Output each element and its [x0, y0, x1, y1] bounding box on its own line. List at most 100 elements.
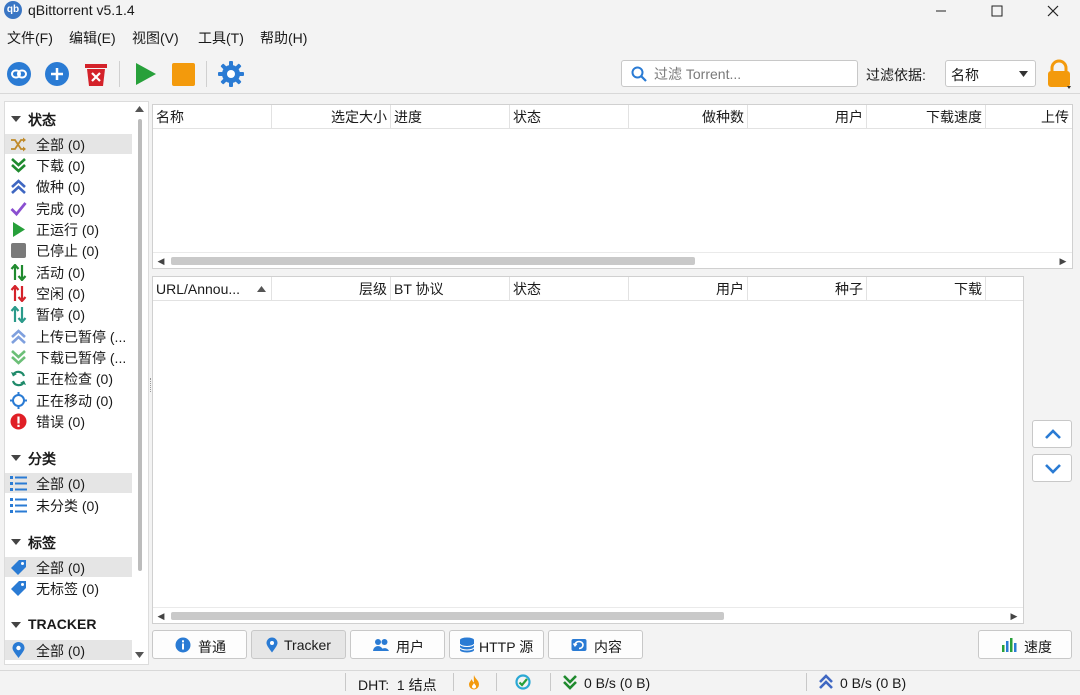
tracker-section-header[interactable]: TRACKER: [5, 615, 135, 635]
play-icon: [13, 222, 25, 237]
status-item-label: 上传已暂停 (...: [36, 329, 127, 345]
menu-help[interactable]: 帮助(H): [260, 29, 307, 47]
scroll-right-arrow-icon[interactable]: ▶: [1055, 253, 1071, 269]
start-button[interactable]: [131, 60, 159, 88]
move-tracker-up-button[interactable]: [1032, 420, 1072, 448]
column-header-upload-speed[interactable]: 上传: [986, 105, 1072, 129]
status-item-stopped[interactable]: 已停止 (0): [5, 240, 132, 260]
menu-tools[interactable]: 工具(T): [198, 29, 244, 47]
column-header-peers[interactable]: 用户: [748, 105, 867, 129]
add-torrent-file-button[interactable]: [43, 60, 71, 88]
column-header-progress[interactable]: 进度: [391, 105, 510, 129]
tracker-section-title: TRACKER: [28, 616, 97, 632]
tracker-list-hscrollbar[interactable]: ◀ ▶: [153, 607, 1023, 623]
status-item-download-paused[interactable]: 下载已暂停 (...: [5, 347, 132, 367]
speed-button[interactable]: 速度: [978, 630, 1072, 659]
speed-button-label: 速度: [1024, 639, 1052, 655]
column-header-bt-protocol[interactable]: BT 协议: [391, 277, 510, 301]
category-item-all[interactable]: 全部 (0): [5, 473, 132, 493]
menu-view[interactable]: 视图(V): [132, 29, 179, 47]
status-item-active[interactable]: 活动 (0): [5, 262, 132, 282]
torrent-list-header: 名称 选定大小 进度 状态 做种数 用户 下载速度 上传: [153, 105, 1072, 129]
scroll-left-arrow-icon[interactable]: ◀: [153, 608, 169, 624]
status-item-label: 活动 (0): [36, 265, 85, 281]
column-header-status[interactable]: 状态: [510, 105, 629, 129]
scroll-up-arrow-icon: [135, 106, 144, 112]
status-item-downloading[interactable]: 下载 (0): [5, 155, 132, 175]
scrollbar-thumb[interactable]: [138, 119, 142, 571]
scroll-left-arrow-icon[interactable]: ◀: [153, 253, 169, 269]
column-header-selected-size[interactable]: 选定大小: [272, 105, 391, 129]
menu-file[interactable]: 文件(F): [7, 29, 53, 47]
tab-tracker[interactable]: Tracker: [251, 630, 346, 659]
tab-general[interactable]: 普通: [152, 630, 247, 659]
column-header-downloaded[interactable]: 下载: [867, 277, 986, 301]
filter-by-select[interactable]: 名称: [945, 60, 1036, 87]
search-input[interactable]: [654, 65, 849, 83]
tag-section-header[interactable]: 标签: [5, 532, 135, 552]
status-item-inactive[interactable]: 空闲 (0): [5, 283, 132, 303]
delete-torrent-button[interactable]: [82, 60, 110, 88]
double-chevron-down-icon[interactable]: [562, 674, 578, 690]
sidebar-scrollbar[interactable]: [131, 101, 149, 665]
tracker-item-partial[interactable]: [5, 662, 132, 664]
scrollbar-thumb[interactable]: [171, 612, 724, 620]
tab-label: HTTP 源: [479, 639, 534, 655]
add-torrent-link-button[interactable]: [5, 60, 33, 88]
double-chevron-up-icon[interactable]: [818, 674, 834, 690]
connection-status-icon[interactable]: [515, 674, 531, 690]
status-item-moving[interactable]: 正在移动 (0): [5, 390, 132, 410]
lock-ui-button[interactable]: [1045, 58, 1073, 90]
category-section-title: 分类: [28, 451, 56, 467]
tracker-item-all[interactable]: 全部 (0): [5, 640, 132, 660]
status-item-label: 完成 (0): [36, 201, 85, 217]
status-item-label: 下载已暂停 (...: [36, 350, 127, 366]
column-header-name[interactable]: 名称: [153, 105, 272, 129]
torrent-list-hscrollbar[interactable]: ◀ ▶: [153, 252, 1072, 268]
download-speed-status[interactable]: 0 B/s (0 B): [584, 675, 650, 691]
status-item-running[interactable]: 正运行 (0): [5, 219, 132, 239]
upload-speed-status[interactable]: 0 B/s (0 B): [840, 675, 906, 691]
scroll-right-arrow-icon[interactable]: ▶: [1006, 608, 1022, 624]
column-header-url[interactable]: URL/Annou...: [153, 277, 272, 301]
torrent-search-box[interactable]: [621, 60, 858, 87]
move-tracker-down-button[interactable]: [1032, 454, 1072, 482]
tab-peers[interactable]: 用户: [350, 630, 445, 659]
menu-edit[interactable]: 编辑(E): [69, 29, 116, 47]
category-item-uncategorized[interactable]: 未分类 (0): [5, 495, 132, 515]
close-button[interactable]: [1030, 0, 1076, 22]
tab-content[interactable]: 内容: [548, 630, 643, 659]
status-item-checking[interactable]: 正在检查 (0): [5, 368, 132, 388]
status-item-stalled[interactable]: 暂停 (0): [5, 304, 132, 324]
column-header-status[interactable]: 状态: [510, 277, 629, 301]
status-item-all[interactable]: 全部 (0): [5, 134, 132, 154]
tracker-list[interactable]: URL/Annou... 层级 BT 协议 状态 用户 种子 下载 ◀ ▶: [152, 276, 1024, 624]
options-button[interactable]: [217, 60, 245, 88]
plus-circle-icon: [45, 62, 69, 86]
column-header-tier[interactable]: 层级: [272, 277, 391, 301]
tab-http-sources[interactable]: HTTP 源: [449, 630, 544, 659]
column-header-peers[interactable]: 用户: [629, 277, 748, 301]
tag-item-untagged[interactable]: 无标签 (0): [5, 578, 132, 598]
trash-icon: [85, 64, 107, 86]
status-item-seeding[interactable]: 做种 (0): [5, 176, 132, 196]
maximize-button[interactable]: [974, 0, 1020, 22]
torrent-list[interactable]: 名称 选定大小 进度 状态 做种数 用户 下载速度 上传 ◀ ▶: [152, 104, 1073, 269]
category-item-label: 全部 (0): [36, 476, 85, 492]
status-section-header[interactable]: 状态: [5, 109, 135, 129]
status-item-upload-paused[interactable]: 上传已暂停 (...: [5, 326, 132, 346]
minimize-button[interactable]: [918, 0, 964, 22]
status-item-completed[interactable]: 完成 (0): [5, 198, 132, 218]
scrollbar-thumb[interactable]: [171, 257, 695, 265]
category-section-header[interactable]: 分类: [5, 448, 135, 468]
flame-icon[interactable]: [466, 674, 482, 690]
stop-icon: [11, 243, 26, 258]
tag-item-all[interactable]: 全部 (0): [5, 557, 132, 577]
checkmark-icon: [10, 202, 27, 217]
column-header-seeds[interactable]: 种子: [748, 277, 867, 301]
column-header-download-speed[interactable]: 下载速度: [867, 105, 986, 129]
status-item-label: 全部 (0): [36, 137, 85, 153]
status-item-errored[interactable]: 错误 (0): [5, 411, 132, 431]
column-header-seeds[interactable]: 做种数: [629, 105, 748, 129]
stop-button[interactable]: [169, 60, 197, 88]
